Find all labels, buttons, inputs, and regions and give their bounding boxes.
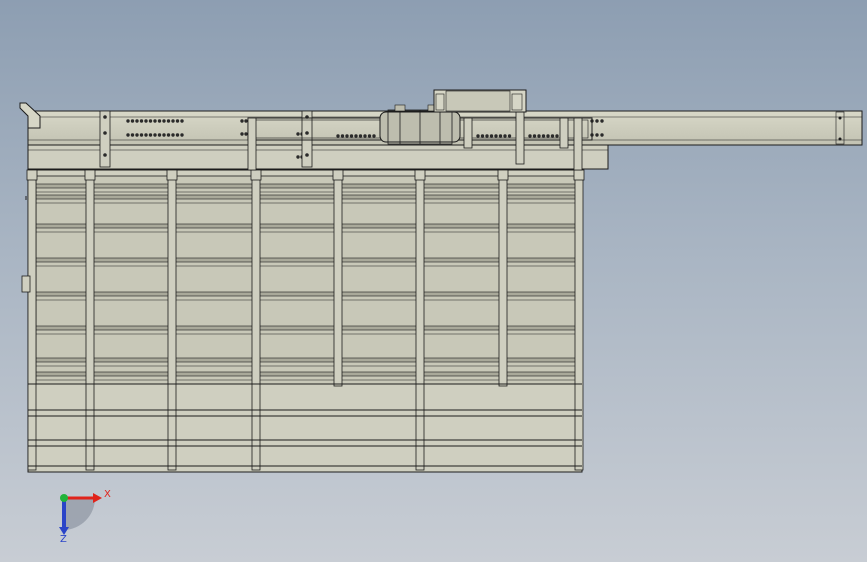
panel-rail [35, 257, 577, 263]
vertical-post [498, 169, 508, 387]
panel-rail [35, 223, 577, 229]
bolt-hole [153, 133, 157, 137]
plate-bolt [103, 115, 107, 119]
plate-bolt [305, 131, 309, 135]
bolt-hole [171, 119, 175, 123]
bolt-hole [345, 134, 349, 138]
plate-bolt [305, 153, 309, 157]
bolt-hole [126, 133, 130, 137]
bolt-hole [157, 133, 162, 137]
bolt-hole [135, 133, 139, 137]
bolt-hole [135, 119, 139, 123]
bolt-hole [162, 133, 166, 137]
beam-plate [99, 110, 111, 168]
bolt-hole [600, 133, 604, 137]
bolt-hole [349, 134, 354, 138]
bolt-hole [153, 119, 157, 123]
bolt-hole [180, 133, 184, 137]
post-cap [166, 169, 178, 181]
bolt-hole [485, 134, 489, 138]
bolt-hole [507, 134, 512, 138]
bolt-hole [144, 119, 148, 123]
bolt-hole [175, 119, 180, 123]
bolt-hole [244, 119, 248, 123]
graphics-viewport[interactable]: X Z [0, 0, 867, 562]
post-cap [497, 169, 509, 181]
vertical-post [333, 169, 343, 387]
bolt-hole [489, 134, 494, 138]
bolt-hole [541, 134, 546, 138]
bolt-hole [532, 134, 537, 138]
bolt-hole [480, 134, 485, 138]
bolt-hole [600, 119, 604, 123]
bolt-hole [162, 119, 166, 123]
machine-frame-model[interactable]: X Z [0, 0, 867, 562]
post-cap [84, 169, 96, 181]
bolt-hole [139, 119, 144, 123]
panel-rail [35, 325, 577, 331]
bolt-hole [240, 132, 244, 136]
vertical-post [167, 169, 177, 471]
beam-plate [301, 110, 313, 168]
bolt-hole [130, 119, 135, 123]
bolt-hole [144, 133, 148, 137]
bolt-hole [528, 134, 532, 138]
vertical-post [85, 169, 95, 471]
triad-x-label: X [104, 489, 111, 500]
bolt-hole [175, 133, 180, 137]
vertical-post [27, 169, 37, 471]
bolt-hole [171, 133, 175, 137]
bolt-hole [358, 134, 363, 138]
bolt-hole [244, 132, 248, 136]
bolt-hole [180, 119, 184, 123]
post-cap [332, 169, 344, 181]
panel-rail [35, 194, 577, 200]
bolt-hole [595, 133, 599, 137]
bolt-hole [595, 119, 599, 123]
bolt-hole [367, 134, 372, 138]
bolt-hole [550, 134, 555, 138]
bolt-hole [166, 133, 171, 137]
plate-bolt [103, 131, 107, 135]
bolt-hole [494, 134, 498, 138]
bolt-hole [126, 119, 130, 123]
bolt-hole [503, 134, 507, 138]
post-cap [573, 169, 585, 181]
panel-rail [35, 291, 577, 297]
bolt-hole [166, 119, 171, 123]
bolt-hole [340, 134, 345, 138]
vertical-post [574, 169, 584, 471]
panel-rail [35, 371, 577, 377]
panel-rail [35, 357, 577, 363]
panel-rail [35, 183, 577, 189]
triad-z-label: Z [60, 534, 67, 545]
bolt-hole [130, 133, 135, 137]
bolt-hole [537, 134, 541, 138]
bolt-hole [498, 134, 503, 138]
bolt-hole [363, 134, 367, 138]
view-triad[interactable]: X Z [59, 489, 111, 545]
bolt-hole [139, 133, 144, 137]
post-cap [26, 169, 38, 181]
post-cap [250, 169, 262, 181]
bolt-hole [354, 134, 358, 138]
bolt-hole [148, 133, 153, 137]
bolt-hole [148, 119, 153, 123]
bolt-hole [546, 134, 550, 138]
bolt-hole [296, 155, 300, 159]
bolt-hole [336, 134, 340, 138]
post-cap [414, 169, 426, 181]
bolt-hole [476, 134, 480, 138]
bolt-hole [555, 134, 559, 138]
plate-bolt [103, 153, 107, 157]
bolt-hole [157, 119, 162, 123]
vertical-post [415, 169, 425, 471]
bolt-hole [296, 132, 300, 136]
vertical-post [251, 169, 261, 471]
bolt-hole [372, 134, 376, 138]
bolt-hole [240, 119, 244, 123]
